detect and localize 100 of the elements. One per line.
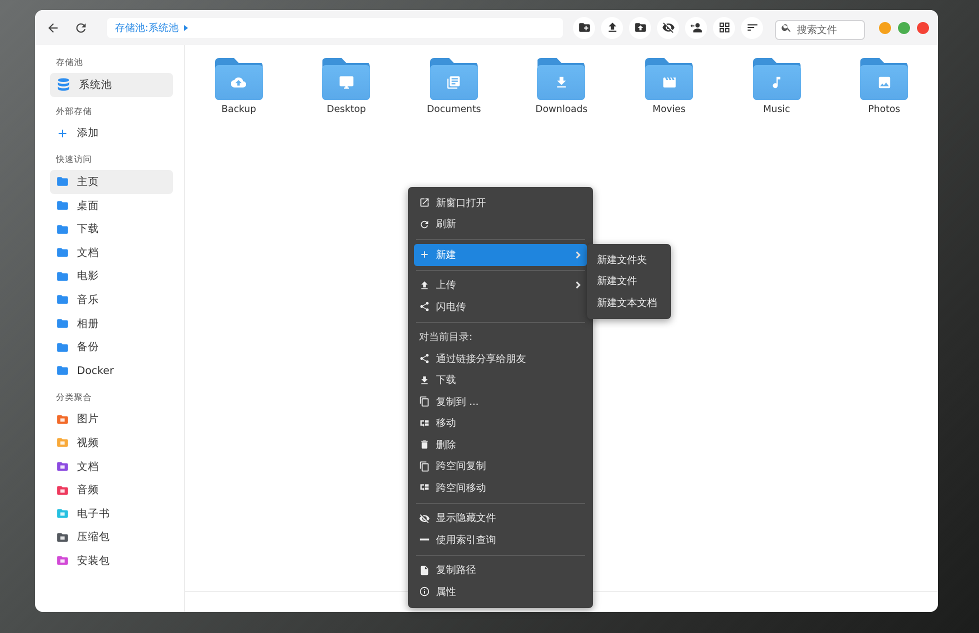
section-title: 外部存储: [56, 106, 93, 118]
folder-item[interactable]: Documents: [400, 58, 508, 115]
sidebar-item[interactable]: Docker: [50, 358, 173, 383]
folder-icon: [56, 554, 69, 568]
sidebar-item[interactable]: 文档: [50, 454, 173, 478]
move-icon: [419, 418, 430, 429]
menu-item[interactable]: 删除: [414, 434, 587, 456]
image-icon: [876, 75, 892, 90]
section-title: 快速访问: [56, 154, 93, 166]
menu-item[interactable]: 闪电传: [414, 296, 587, 318]
folder-icon: [56, 412, 69, 426]
cloud-upload-icon: [231, 75, 246, 90]
sidebar-item[interactable]: 安装包: [50, 549, 173, 573]
folder-icon: [56, 246, 69, 260]
folder-item[interactable]: Photos: [830, 58, 938, 115]
toolbar-button[interactable]: [685, 16, 707, 38]
folder-item[interactable]: Backup: [185, 58, 293, 115]
sidebar-item[interactable]: 电子书: [50, 502, 173, 526]
menu-item[interactable]: 使用索引查询: [414, 529, 587, 550]
toolbar-button[interactable]: [629, 16, 651, 38]
folder-icon: [56, 175, 69, 188]
section-title: 分类聚合: [56, 392, 93, 404]
sidebar-item[interactable]: 电影: [50, 264, 173, 288]
refresh-icon: [74, 20, 88, 34]
sidebar-item[interactable]: 文档: [50, 240, 173, 265]
plus-icon: [419, 249, 430, 260]
menu-item[interactable]: 新建文件: [587, 270, 671, 292]
sidebar-item[interactable]: 音频: [50, 478, 173, 502]
upload-icon: [606, 21, 618, 34]
sidebar-item[interactable]: 视频: [50, 431, 173, 455]
sidebar-item[interactable]: 相册: [50, 312, 173, 336]
folder-icon: [56, 293, 69, 306]
folder-icon: [56, 460, 69, 474]
plus-icon: [56, 126, 69, 140]
sidebar-item[interactable]: 压缩包: [50, 526, 173, 550]
folder-icon: [56, 317, 69, 330]
folder-icon: [56, 364, 69, 378]
database-icon: [56, 77, 71, 92]
breadcrumb-path[interactable]: 存储池:系统池: [115, 20, 178, 34]
menu-item[interactable]: 刷新: [414, 214, 587, 235]
toolbar-button[interactable]: [657, 16, 679, 38]
path-bar[interactable]: 存储池:系统池: [107, 18, 563, 38]
menu-item[interactable]: 通过链接分享给朋友: [414, 348, 587, 370]
menu-item[interactable]: 新建文件夹: [587, 249, 671, 270]
sidebar-item[interactable]: 音乐: [50, 288, 173, 312]
section-title: 存储池: [56, 57, 84, 69]
monitor-icon: [338, 75, 354, 90]
sidebar-item[interactable]: 桌面: [50, 194, 173, 218]
folder-item[interactable]: Desktop: [292, 58, 400, 115]
share-icon: [419, 353, 430, 364]
search-field[interactable]: 搜索文件: [775, 20, 865, 40]
refresh-icon: [419, 218, 430, 230]
download-icon: [419, 374, 430, 386]
share-icon: [419, 301, 430, 312]
folder-item[interactable]: Movies: [615, 58, 723, 115]
eye-off-icon: [419, 512, 430, 524]
folder-icon: [56, 222, 69, 236]
sidebar-item[interactable]: 添加: [50, 122, 173, 146]
toolbar-button[interactable]: [601, 16, 623, 38]
sidebar-item[interactable]: 主页: [50, 170, 173, 194]
folder-icon: [56, 507, 69, 520]
back-arrow-icon: [46, 20, 60, 34]
window-control[interactable]: [898, 22, 910, 34]
menu-item[interactable]: 复制路径: [414, 560, 587, 581]
caret-icon: [184, 24, 188, 30]
sidebar-item[interactable]: 下载: [50, 217, 173, 241]
sidebar-item[interactable]: 备份: [50, 335, 173, 359]
toolbar-button[interactable]: [573, 16, 595, 38]
info-icon: [419, 586, 430, 598]
menu-item[interactable]: 跨空间移动: [414, 477, 587, 498]
menu-item[interactable]: 下载: [414, 370, 587, 391]
sidebar-item[interactable]: 图片: [50, 408, 173, 432]
menu-item[interactable]: 复制到 ...: [414, 391, 587, 412]
menu-item[interactable]: 移动: [414, 412, 587, 434]
menu-heading: 对当前目录:: [418, 330, 474, 346]
folder-plus-icon: [578, 21, 590, 34]
upload-icon: [419, 280, 430, 291]
file-icon: [419, 564, 430, 576]
move-icon: [419, 482, 430, 494]
menu-item[interactable]: 新建文本文档: [587, 292, 671, 314]
search-icon: [781, 22, 792, 33]
folder-icon: [56, 340, 69, 354]
folder-icon: [56, 199, 69, 212]
toolbar-button[interactable]: [713, 16, 735, 38]
toolbar-button[interactable]: [741, 16, 763, 38]
window-control[interactable]: [917, 22, 929, 34]
folder-icon: [56, 530, 69, 544]
folder-upload-icon: [634, 21, 646, 34]
menu-item[interactable]: 新建: [414, 244, 587, 266]
user-icon: [690, 21, 702, 34]
menu-item[interactable]: 属性: [414, 581, 587, 602]
sidebar-item[interactable]: 系统池: [50, 73, 173, 97]
menu-item[interactable]: 跨空间复制: [414, 456, 587, 477]
menu-item[interactable]: 显示隐藏文件: [414, 508, 587, 529]
menu-item[interactable]: 上传: [414, 274, 587, 296]
folder-icon: [56, 270, 69, 283]
folder-icon: [56, 484, 69, 497]
folder-item[interactable]: Music: [722, 58, 830, 115]
folder-item[interactable]: Downloads: [508, 58, 616, 115]
menu-item[interactable]: 新窗口打开: [414, 192, 587, 214]
